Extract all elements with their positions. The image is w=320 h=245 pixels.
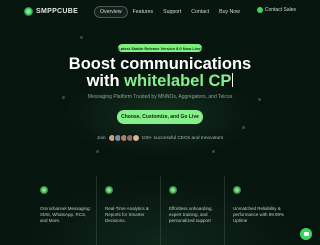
release-badge[interactable]: Latest Stable Release Version 8.0 Now Li… xyxy=(118,44,202,52)
nav-buy-now[interactable]: Buy Now xyxy=(214,7,245,17)
shield-icon xyxy=(233,186,241,194)
feature-reliability: Unmatched Reliability & performance with… xyxy=(224,176,288,245)
decor-dot xyxy=(96,150,99,153)
decor-dot xyxy=(212,150,215,153)
join-suffix: 100+ successful CEOs and Innovators xyxy=(141,135,224,141)
headline-line-1: Boost communications xyxy=(68,55,252,73)
avatar-group xyxy=(107,134,140,142)
headline-plain: with xyxy=(86,72,120,90)
headline-line-2: with whitelabel CP xyxy=(0,72,320,90)
join-prefix: Join xyxy=(96,135,106,141)
message-icon xyxy=(303,232,309,236)
features-row: Omnichannel Messaging: SMS, WhatsApp, RC… xyxy=(32,176,288,245)
decor-dot xyxy=(80,36,83,39)
typing-cursor xyxy=(232,73,234,87)
social-proof: Join 100+ successful CEOs and Innovators xyxy=(0,134,320,142)
avatar xyxy=(131,134,140,142)
feature-onboarding: Effortless onboarding, expert training, … xyxy=(160,176,224,245)
contact-sales-link[interactable]: Contact Sales xyxy=(256,7,296,13)
feature-text: Effortless onboarding, expert training, … xyxy=(169,206,213,223)
logo-text: SMPPCUBE xyxy=(36,8,79,15)
decor-dot xyxy=(242,126,245,129)
hero-subtitle: Messaging Platform Trusted by MNNOs, Agg… xyxy=(87,94,233,100)
feature-omnichannel: Omnichannel Messaging: SMS, WhatsApp, RC… xyxy=(32,176,96,245)
feature-text: Unmatched Reliability & performance with… xyxy=(233,206,285,223)
support-icon xyxy=(169,186,177,194)
main-nav: Overview Features Support Contact Buy No… xyxy=(94,6,245,18)
logo-icon xyxy=(24,7,33,16)
nav-contact[interactable]: Contact xyxy=(186,7,214,17)
site-logo[interactable]: SMPPCUBE xyxy=(24,7,78,16)
feature-text: Omnichannel Messaging: SMS, WhatsApp, RC… xyxy=(40,206,91,223)
nav-features[interactable]: Features xyxy=(128,7,158,17)
cta-button[interactable]: Choose, Customize, and Go Live xyxy=(117,110,203,124)
feature-analytics: Real-Time Analytics & Reports for Smarte… xyxy=(96,176,160,245)
nav-overview[interactable]: Overview xyxy=(94,6,128,18)
chat-icon xyxy=(40,186,48,194)
feature-text: Real-Time Analytics & Reports for Smarte… xyxy=(105,206,149,223)
chat-widget-button[interactable] xyxy=(300,228,312,240)
chart-icon xyxy=(105,186,113,194)
nav-support[interactable]: Support xyxy=(158,7,186,17)
whatsapp-icon xyxy=(256,7,263,13)
headline-accent: whitelabel CP xyxy=(124,72,232,90)
contact-sales-label: Contact Sales xyxy=(264,7,296,13)
